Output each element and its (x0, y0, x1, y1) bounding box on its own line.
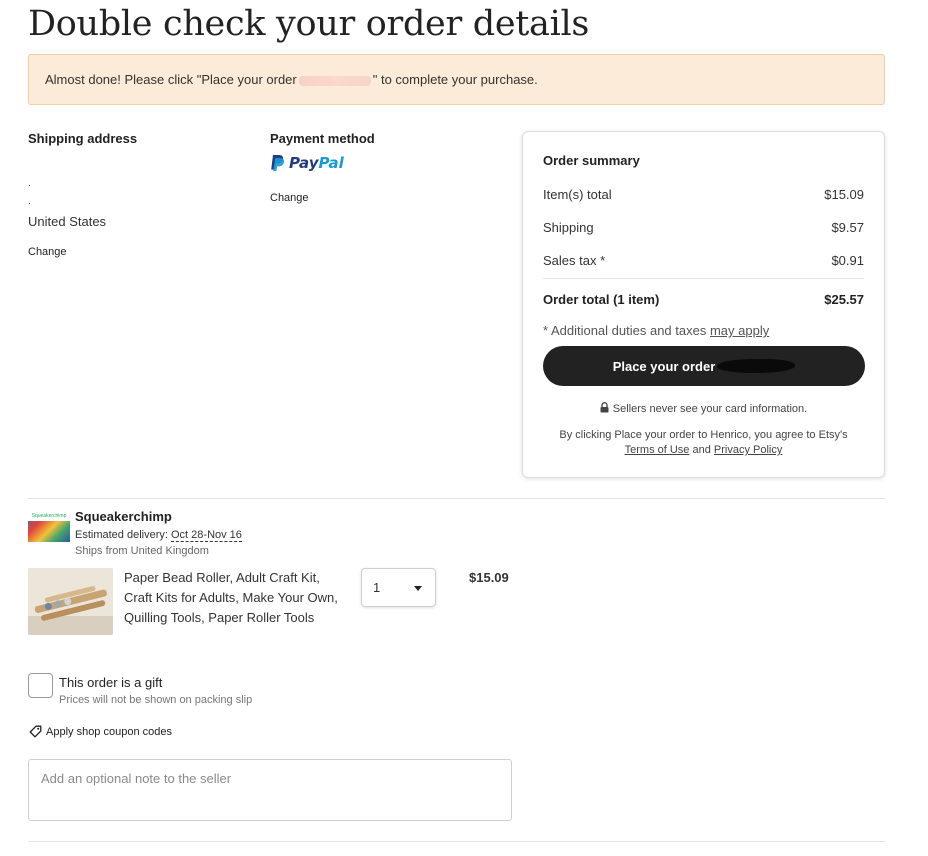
gift-sublabel: Prices will not be shown on packing slip (59, 694, 253, 706)
legal-and: and (692, 444, 711, 456)
secure-text: Sellers never see your card information. (612, 403, 808, 415)
sales-tax-row: Sales tax * $0.91 (543, 253, 864, 268)
shop-avatar[interactable]: Squeakerchimp (28, 512, 70, 542)
change-payment-link[interactable]: Change (270, 192, 309, 204)
sales-tax-label: Sales tax * (543, 253, 606, 268)
may-apply-link[interactable]: may apply (710, 323, 769, 338)
shop-avatar-text: Squeakerchimp (28, 512, 70, 521)
paypal-logo: PayPal (270, 152, 344, 174)
order-summary-title: Order summary (543, 153, 640, 168)
lock-icon (600, 402, 609, 413)
change-shipping-link[interactable]: Change (28, 246, 67, 258)
estimated-delivery-date[interactable]: Oct 28-Nov 16 (171, 529, 242, 542)
seller-note-input[interactable] (28, 759, 512, 821)
items-total-label: Item(s) total (543, 187, 612, 202)
duties-note: * Additional duties and taxes may apply (543, 323, 769, 338)
privacy-policy-link[interactable]: Privacy Policy (714, 444, 782, 456)
secure-note: Sellers never see your card information. (523, 402, 884, 415)
bottom-divider (28, 841, 885, 842)
place-order-button[interactable]: Place your order (543, 346, 865, 386)
summary-divider (543, 278, 864, 279)
shipping-address-label: Shipping address (28, 131, 138, 146)
order-summary-card: Order summary Item(s) total $15.09 Shipp… (522, 131, 885, 478)
gift-checkbox[interactable] (28, 673, 53, 698)
shipping-value: $9.57 (831, 220, 864, 235)
paypal-pal-text: Pal (318, 154, 344, 172)
banner-text-before: Almost done! Please click "Place your or… (45, 72, 297, 87)
item-price: $15.09 (469, 570, 509, 585)
paypal-pay-text: Pay (289, 154, 319, 172)
chevron-down-icon (414, 586, 422, 591)
product-title[interactable]: Paper Bead Roller, Adult Craft Kit, Craf… (124, 568, 349, 628)
apply-coupon-link[interactable]: Apply shop coupon codes (29, 725, 172, 738)
gift-label[interactable]: This order is a gift (59, 675, 162, 690)
ships-from: Ships from United Kingdom (75, 545, 209, 557)
items-total-value: $15.09 (824, 187, 864, 202)
quantity-value: 1 (373, 580, 381, 595)
duties-text: * Additional duties and taxes (543, 323, 710, 338)
notice-banner: Almost done! Please click "Place your or… (28, 54, 885, 105)
payment-method-label: Payment method (270, 131, 375, 146)
tag-icon (29, 725, 42, 738)
sales-tax-value: $0.91 (831, 253, 864, 268)
address-country: United States (28, 214, 107, 229)
place-order-label: Place your order (612, 358, 716, 374)
address-line-2: . (28, 196, 31, 207)
legal-text: By clicking Place your order to Henrico,… (535, 428, 872, 458)
page-title: Double check your order details (28, 4, 590, 44)
shipping-label: Shipping (543, 220, 594, 235)
estimated-delivery: Estimated delivery: Oct 28-Nov 16 (75, 529, 242, 542)
address-line-1: . (28, 178, 31, 189)
apply-coupon-label: Apply shop coupon codes (46, 725, 172, 738)
quantity-select[interactable]: 1 (361, 568, 436, 607)
shop-name[interactable]: Squeakerchimp (75, 509, 172, 524)
items-total-row: Item(s) total $15.09 (543, 187, 864, 202)
estimated-delivery-label: Estimated delivery: (75, 529, 168, 541)
product-image[interactable] (28, 568, 113, 635)
order-total-row: Order total (1 item) $25.57 (543, 292, 864, 307)
paper-roller-image (28, 568, 113, 635)
paypal-icon (271, 155, 285, 171)
order-total-value: $25.57 (824, 292, 864, 307)
terms-of-use-link[interactable]: Terms of Use (625, 444, 690, 456)
legal-statement: By clicking Place your order to Henrico,… (559, 429, 848, 441)
section-divider (28, 498, 885, 499)
shipping-row: Shipping $9.57 (543, 220, 864, 235)
redacted-text (717, 359, 796, 373)
banner-text-after: " to complete your purchase. (372, 72, 538, 87)
redacted-text (298, 75, 371, 86)
order-total-label: Order total (1 item) (543, 292, 660, 307)
